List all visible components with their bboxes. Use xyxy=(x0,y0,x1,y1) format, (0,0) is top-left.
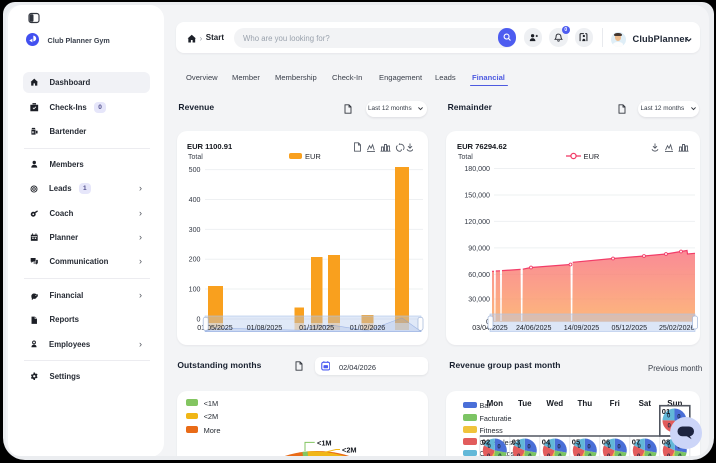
svg-text:200: 200 xyxy=(189,256,201,264)
svg-text:05/12/2025: 05/12/2025 xyxy=(612,324,648,332)
svg-text:<1M: <1M xyxy=(317,439,332,448)
svg-text:01/11/2025: 01/11/2025 xyxy=(299,324,334,332)
svg-text:<2M: <2M xyxy=(342,446,357,455)
svg-text:90,000: 90,000 xyxy=(468,244,490,252)
svg-text:24/06/2025: 24/06/2025 xyxy=(516,324,552,332)
svg-text:0: 0 xyxy=(197,315,201,323)
svg-text:05: 05 xyxy=(572,438,580,447)
svg-text:Wed: Wed xyxy=(546,399,563,408)
svg-text:03: 03 xyxy=(512,438,520,447)
svg-text:04: 04 xyxy=(542,438,551,447)
svg-text:400: 400 xyxy=(189,196,201,204)
svg-text:07: 07 xyxy=(632,438,640,447)
svg-text:02: 02 xyxy=(482,438,490,447)
svg-text:120,000: 120,000 xyxy=(464,218,490,226)
svg-text:01/05/2025: 01/05/2025 xyxy=(197,324,233,332)
svg-text:Mon: Mon xyxy=(487,399,504,408)
svg-text:30,000: 30,000 xyxy=(468,296,490,304)
svg-text:06: 06 xyxy=(602,438,610,447)
svg-text:01: 01 xyxy=(662,407,670,416)
svg-text:Fri: Fri xyxy=(610,399,620,408)
svg-text:Thu: Thu xyxy=(577,399,592,408)
svg-text:14/09/2025: 14/09/2025 xyxy=(564,324,600,332)
svg-text:Sat: Sat xyxy=(639,399,652,408)
svg-text:25/02/2026: 25/02/2026 xyxy=(659,324,695,332)
svg-text:180,000: 180,000 xyxy=(464,165,490,173)
svg-text:150,000: 150,000 xyxy=(464,192,490,200)
svg-text:Tue: Tue xyxy=(518,399,532,408)
svg-text:08: 08 xyxy=(662,438,670,447)
svg-text:300: 300 xyxy=(189,226,201,234)
svg-text:500: 500 xyxy=(189,166,201,174)
svg-text:60,000: 60,000 xyxy=(468,271,490,279)
svg-text:01/08/2025: 01/08/2025 xyxy=(247,324,283,332)
svg-text:100: 100 xyxy=(189,285,201,293)
svg-text:01/02/2026: 01/02/2026 xyxy=(350,324,386,332)
